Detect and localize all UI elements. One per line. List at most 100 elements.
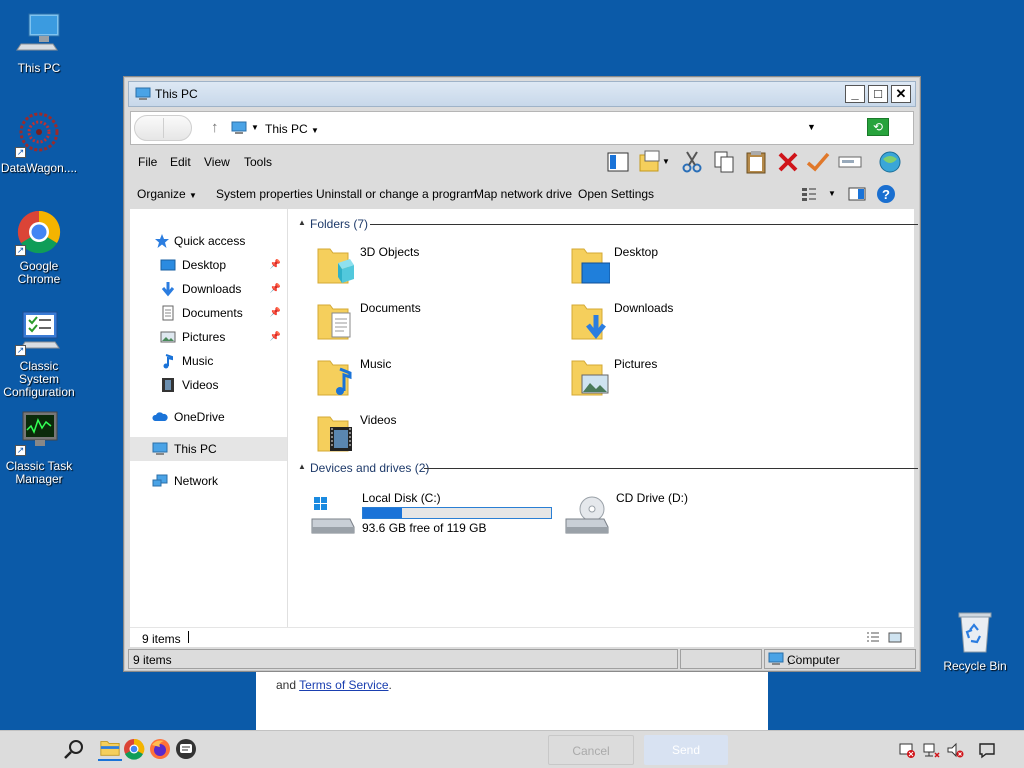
status-item-count: 9 items bbox=[133, 653, 172, 667]
map-network-drive-button[interactable]: Map network drive bbox=[474, 187, 572, 201]
desktop-icon-label: Classic Task Manager bbox=[5, 459, 73, 486]
desktop-icon-classic-system-configuration[interactable]: ↗ Classic System Configuration bbox=[0, 308, 78, 399]
nav-documents[interactable]: Documents 📌 bbox=[130, 301, 287, 325]
network-globe-icon[interactable] bbox=[877, 149, 903, 175]
chrome-icon[interactable] bbox=[122, 737, 146, 761]
shortcut-arrow-icon: ↗ bbox=[15, 147, 26, 158]
address-bar: ↑ ▼ This PC ▼ ▼ ⟲ bbox=[130, 111, 914, 145]
nav-this-pc[interactable]: This PC bbox=[130, 437, 287, 461]
nav-music[interactable]: Music bbox=[130, 349, 287, 373]
desktop-icon-google-chrome[interactable]: ↗ Google Chrome bbox=[0, 208, 78, 286]
folder-3d-objects[interactable]: 3D Objects bbox=[316, 243, 536, 295]
delete-icon[interactable] bbox=[775, 149, 801, 175]
address-dropdown-icon[interactable]: ▼ bbox=[807, 122, 816, 132]
item-count: 9 items bbox=[142, 632, 181, 646]
uninstall-program-button[interactable]: Uninstall or change a program bbox=[316, 187, 477, 201]
shortcut-arrow-icon: ↗ bbox=[15, 445, 26, 456]
close-button[interactable]: ✕ bbox=[891, 85, 911, 103]
desktop-icon-classic-task-manager[interactable]: ↗ Classic Task Manager bbox=[0, 408, 78, 486]
nav-onedrive[interactable]: OneDrive bbox=[130, 405, 287, 429]
drive-local-disk-c[interactable]: Local Disk (C:) 93.6 GB free of 119 GB bbox=[310, 491, 570, 543]
search-icon[interactable] bbox=[62, 737, 86, 761]
details-view-icon[interactable] bbox=[866, 632, 880, 643]
desktop-icon-recycle-bin[interactable]: Recycle Bin bbox=[936, 608, 1014, 673]
preview-pane-toggle-icon[interactable] bbox=[848, 185, 866, 203]
chevron-down-icon[interactable]: ▼ bbox=[662, 157, 670, 166]
refresh-icon[interactable]: ⟲ bbox=[867, 118, 889, 136]
folder-downloads[interactable]: Downloads bbox=[570, 299, 790, 351]
disk-usage-fill bbox=[363, 508, 403, 518]
cancel-button[interactable]: Cancel bbox=[548, 735, 634, 765]
videos-folder-icon bbox=[317, 416, 352, 452]
open-settings-button[interactable]: Open Settings bbox=[578, 187, 654, 201]
nav-videos[interactable]: Videos bbox=[130, 373, 287, 397]
properties-check-icon[interactable] bbox=[805, 149, 831, 175]
computer-icon bbox=[152, 442, 168, 455]
cloud-icon bbox=[152, 412, 168, 421]
change-view-icon[interactable] bbox=[800, 185, 818, 203]
system-configuration-icon: ↗ bbox=[15, 308, 63, 356]
folder-documents[interactable]: Documents bbox=[316, 299, 536, 351]
folder-options-icon[interactable] bbox=[637, 149, 663, 175]
send-button[interactable]: Send bbox=[644, 735, 728, 765]
preview-pane-icon[interactable] bbox=[605, 149, 631, 175]
3d-objects-folder-icon bbox=[317, 248, 354, 284]
terms-of-service-link[interactable]: Terms of Service bbox=[299, 678, 388, 692]
large-icons-view-icon[interactable] bbox=[888, 632, 902, 643]
nav-pictures[interactable]: Pictures 📌 bbox=[130, 325, 287, 349]
command-bar: Organize ▼ System properties Uninstall o… bbox=[130, 183, 914, 205]
text-cursor bbox=[188, 631, 189, 643]
menu-tools[interactable]: Tools bbox=[244, 155, 272, 169]
menu-edit[interactable]: Edit bbox=[170, 155, 191, 169]
address-breadcrumb[interactable]: This PC ▼ bbox=[265, 122, 319, 136]
nav-quick-access[interactable]: Quick access bbox=[130, 229, 287, 253]
film-icon bbox=[162, 378, 174, 392]
back-forward-buttons[interactable] bbox=[134, 115, 192, 141]
resize-grip-icon[interactable]: ⋰ bbox=[787, 653, 913, 667]
copy-icon[interactable] bbox=[711, 149, 737, 175]
folder-pictures[interactable]: Pictures bbox=[570, 355, 790, 407]
title-bar[interactable]: This PC _ □ ✕ bbox=[128, 81, 916, 107]
minimize-button[interactable]: _ bbox=[845, 85, 865, 103]
menu-view[interactable]: View bbox=[204, 155, 230, 169]
download-arrow-icon bbox=[161, 282, 175, 297]
cut-icon[interactable] bbox=[679, 149, 705, 175]
maximize-button[interactable]: □ bbox=[868, 85, 888, 103]
system-properties-button[interactable]: System properties bbox=[216, 187, 313, 201]
chevron-down-icon[interactable]: ▼ bbox=[251, 123, 259, 132]
folder-music[interactable]: Music bbox=[316, 355, 536, 407]
organize-button[interactable]: Organize ▼ bbox=[137, 187, 197, 201]
nav-downloads[interactable]: Downloads 📌 bbox=[130, 277, 287, 301]
paste-icon[interactable] bbox=[743, 149, 769, 175]
nav-desktop[interactable]: Desktop 📌 bbox=[130, 253, 287, 277]
nav-network[interactable]: Network bbox=[130, 469, 287, 493]
notifications-icon[interactable] bbox=[978, 741, 996, 759]
music-note-icon bbox=[163, 354, 173, 369]
shortcut-arrow-icon: ↗ bbox=[15, 345, 26, 356]
music-folder-icon bbox=[317, 360, 352, 396]
up-arrow-icon[interactable]: ↑ bbox=[211, 119, 219, 136]
network-status-icon[interactable] bbox=[922, 741, 940, 759]
volume-muted-icon[interactable] bbox=[946, 741, 964, 759]
explorer-window: This PC _ □ ✕ ↑ ▼ This PC ▼ ▼ ⟲ File Edi… bbox=[123, 76, 921, 672]
chat-app-icon[interactable] bbox=[174, 737, 198, 761]
drive-cd-d[interactable]: CD Drive (D:) bbox=[564, 491, 764, 543]
chevron-down-icon[interactable]: ▼ bbox=[828, 189, 836, 198]
file-explorer-icon[interactable] bbox=[98, 737, 122, 761]
collapse-arrow-icon: ▲ bbox=[298, 218, 306, 227]
desktop-icon-datawagon[interactable]: ↗ DataWagon.... bbox=[0, 110, 78, 175]
pin-icon: 📌 bbox=[269, 307, 281, 317]
desktop-icon-label: Recycle Bin bbox=[943, 659, 1007, 673]
navigation-pane: Quick access Desktop 📌 Downloads 📌 Docum… bbox=[130, 209, 288, 627]
firefox-icon[interactable] bbox=[148, 737, 172, 761]
folder-desktop[interactable]: Desktop bbox=[570, 243, 790, 295]
security-alert-icon[interactable] bbox=[898, 741, 916, 759]
rename-icon[interactable] bbox=[837, 149, 863, 175]
background-dialog: and Terms of Service. bbox=[256, 670, 768, 730]
help-icon[interactable]: ? bbox=[876, 184, 896, 204]
desktop-icon-this-pc[interactable]: This PC bbox=[0, 10, 78, 75]
folder-videos[interactable]: Videos bbox=[316, 411, 536, 463]
hard-drive-icon bbox=[311, 497, 355, 534]
network-icon bbox=[152, 474, 168, 487]
menu-file[interactable]: File bbox=[138, 155, 157, 169]
